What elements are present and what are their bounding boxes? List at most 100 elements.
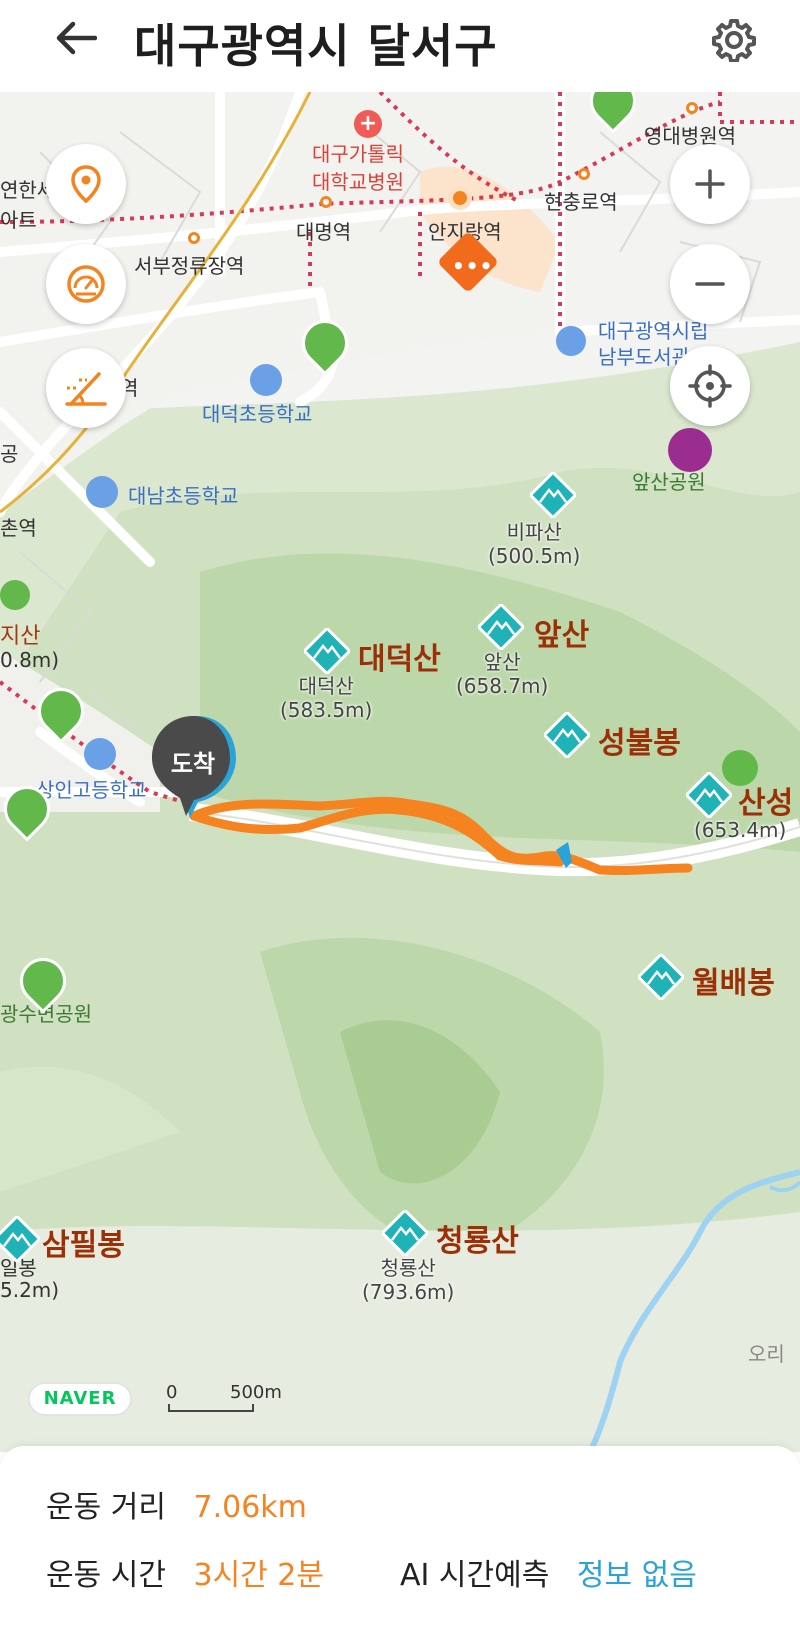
ai-prediction-value: 정보 없음: [576, 1558, 697, 1593]
mountain-icon[interactable]: [684, 770, 734, 820]
ai-prediction-row: AI 시간예측 정보 없음: [400, 1550, 697, 1594]
school-icon: [86, 476, 118, 508]
stats-panel: 운동 거리 7.06km 운동 시간 3시간 2분 AI 시간예측 정보 없음: [0, 1446, 800, 1639]
wolbaebong-name: 월배봉: [692, 966, 775, 1001]
header: 대구광역시 달서구: [0, 0, 800, 92]
library-label-line1: 대구광역시립: [598, 319, 709, 343]
mountain-icon[interactable]: [380, 1208, 430, 1258]
bipasan-peak[interactable]: 비파산 (500.5m): [488, 520, 580, 568]
apsan-name: 앞산: [534, 618, 590, 653]
apsan-peak[interactable]: 앞산 (658.7m): [456, 650, 548, 698]
naver-logo: NAVER: [28, 1382, 132, 1416]
sanseong-height: (653.4m): [694, 818, 787, 842]
settings-button[interactable]: [706, 12, 762, 68]
apsan-height: (658.7m): [456, 674, 549, 698]
hospital-label-line1: 대구가톨릭: [312, 142, 404, 166]
seongbulbong-name: 성불봉: [598, 726, 681, 761]
arrive-marker[interactable]: 도착: [150, 714, 244, 824]
station-dot-icon: [686, 102, 698, 114]
speed-button[interactable]: [46, 244, 126, 324]
slope-button[interactable]: [46, 348, 126, 428]
current-location-button[interactable]: [670, 346, 750, 426]
mountain-icon[interactable]: [476, 602, 526, 652]
zoom-in-button[interactable]: [670, 144, 750, 224]
daedeoksan-peak[interactable]: 대덕산 (583.5m): [280, 674, 372, 722]
station-dot-icon: [188, 232, 200, 244]
mountain-icon[interactable]: [542, 710, 592, 760]
library-icon: [556, 326, 586, 356]
mountain-icon[interactable]: [0, 1214, 42, 1264]
school-icon: [84, 738, 116, 770]
station-dot-icon: [320, 196, 332, 208]
hyeonchung-station-label[interactable]: 현충로역: [544, 186, 618, 215]
distance-row: 운동 거리 7.06km: [46, 1482, 307, 1526]
place-label-cut: 공: [0, 442, 19, 466]
daedeoksan-name: 대덕산: [358, 642, 441, 677]
back-button[interactable]: [48, 10, 104, 66]
cheongryongsan-name: 청룡산: [436, 1224, 519, 1259]
scale-distance: 500m: [230, 1382, 282, 1403]
mountain-icon[interactable]: [636, 952, 686, 1002]
daemyeong-station-label[interactable]: 대명역: [296, 216, 351, 245]
station-label-cut: 촌역: [0, 516, 37, 540]
distance-value: 7.06km: [193, 1490, 307, 1525]
apsan-park-label[interactable]: 앞산공원: [632, 466, 706, 495]
cheongryongsan-height: (793.6m): [362, 1280, 455, 1304]
daedeoksan-sub: 대덕산: [298, 674, 354, 698]
apsan-peak-title[interactable]: 앞산: [534, 610, 589, 654]
ai-prediction-label: AI 시간예측: [400, 1558, 550, 1593]
daenam-school-label[interactable]: 대남초등학교: [128, 480, 238, 509]
arrow-left-icon: [56, 21, 97, 55]
sanseong-peak[interactable]: (653.4m): [694, 818, 786, 842]
cheongryongsan-sub: 청룡산: [380, 1256, 436, 1280]
scale-bar: [168, 1404, 254, 1412]
crosshair-icon: [688, 364, 732, 408]
samphilbong-name: 삼필봉: [42, 1228, 125, 1263]
hospital-label[interactable]: 대구가톨릭 대학교병원: [312, 140, 404, 196]
mountain-icon[interactable]: [528, 470, 578, 520]
time-row: 운동 시간 3시간 2분: [46, 1550, 324, 1594]
daedeok-school-label[interactable]: 대덕초등학교: [202, 398, 312, 427]
mountain-height-cut: 5.2m): [0, 1278, 60, 1302]
page-title: 대구광역시 달서구: [134, 19, 498, 73]
hospital-icon: +: [354, 110, 382, 138]
seobu-station-label[interactable]: 서부정류장역: [134, 250, 244, 279]
mountain-label-cut: 지산: [0, 624, 41, 649]
sangin-high-label[interactable]: 상인고등학교: [36, 774, 146, 803]
scale-zero: 0: [166, 1382, 178, 1403]
gear-icon: [712, 19, 756, 62]
place-label-cut: 아트: [0, 208, 37, 232]
zoom-out-button[interactable]: [670, 244, 750, 324]
location-pin-icon: [71, 165, 101, 204]
samphilbong-peak[interactable]: 삼필봉: [42, 1220, 125, 1264]
hospital-label-line2: 대학교병원: [312, 170, 404, 194]
mountain-small-icon: [0, 580, 30, 610]
arrive-marker-label: 도착: [170, 750, 216, 778]
cheongryongsan-peak[interactable]: 청룡산 (793.6m): [362, 1256, 454, 1304]
plus-icon: [695, 169, 725, 199]
time-value: 3시간 2분: [193, 1558, 324, 1593]
wolbaebong-peak[interactable]: 월배봉: [692, 958, 775, 1002]
bipasan-name: 비파산: [506, 520, 562, 544]
current-station-icon: [448, 186, 472, 210]
school-icon: [250, 364, 282, 396]
seongbulbong-peak[interactable]: 성불봉: [598, 718, 681, 762]
mountain-icon[interactable]: [302, 626, 352, 676]
daedeoksan-height: (583.5m): [280, 698, 373, 722]
slope-icon: [65, 372, 107, 406]
minus-icon: [695, 282, 725, 286]
yeongdae-station-label[interactable]: 영대병원역: [644, 120, 736, 149]
station-dot-icon: [578, 168, 590, 180]
daedeoksan-peak-title[interactable]: 대덕산: [358, 634, 441, 678]
location-button[interactable]: [46, 144, 126, 224]
bipasan-height: (500.5m): [488, 544, 581, 568]
map-view[interactable]: 대구가톨릭 대학교병원 + 영대병원역 현충로역 대명역 안지랑역 ••• 서부…: [0, 92, 800, 1452]
sanseong-peak-title[interactable]: 산성: [738, 778, 793, 822]
poi-cluster-dots: •••: [452, 254, 494, 278]
mountain-height-cut: 0.8m): [0, 648, 60, 672]
sanseong-name: 산성: [738, 786, 794, 821]
cheongryongsan-peak-title[interactable]: 청룡산: [436, 1216, 519, 1260]
speedometer-icon: [67, 265, 105, 303]
apsan-sub: 앞산: [483, 650, 521, 674]
time-label: 운동 시간: [46, 1558, 166, 1593]
